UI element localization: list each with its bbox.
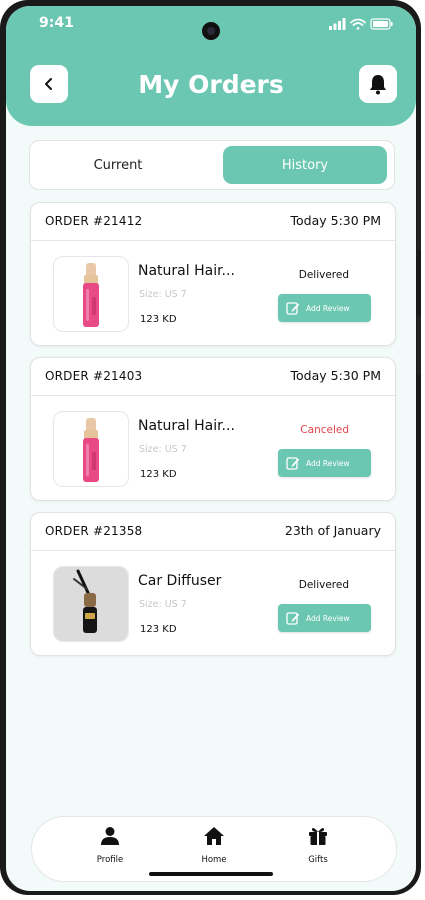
product-image — [53, 411, 129, 487]
order-id: ORDER #21403 — [45, 369, 143, 383]
nav-label: Profile — [96, 855, 124, 865]
add-review-label: Add Review — [306, 303, 350, 313]
screen: 9:41 My Orders Current History ORDER #21… — [6, 6, 416, 891]
bell-icon — [370, 75, 386, 95]
order-status: Delivered — [298, 269, 349, 281]
product-name: Car Diffuser — [138, 573, 222, 589]
nav-home[interactable]: Home — [184, 825, 244, 865]
nav-label: Home — [201, 855, 227, 865]
status-bar: 9:41 — [6, 6, 416, 42]
notifications-button[interactable] — [359, 65, 397, 103]
product-name: Natural Hair... — [138, 418, 235, 434]
order-status: Delivered — [298, 579, 349, 591]
camera-cutout — [202, 22, 220, 40]
order-time: Today 5:30 PM — [290, 368, 382, 383]
phone-frame: 9:41 My Orders Current History ORDER #21… — [0, 0, 421, 895]
signal-icon — [329, 18, 346, 30]
gift-icon — [309, 828, 327, 845]
product-price: 123 KD — [140, 624, 177, 635]
page-title: My Orders — [138, 70, 284, 99]
person-icon — [101, 827, 119, 845]
order-card-header: ORDER #21403 Today 5:30 PM — [31, 358, 395, 396]
add-review-button[interactable]: Add Review — [278, 294, 371, 322]
hair-spray-bottle-icon — [83, 263, 99, 327]
wifi-icon — [350, 18, 366, 30]
tab-history[interactable]: History — [223, 146, 387, 184]
product-image — [53, 256, 129, 332]
status-time: 9:41 — [39, 15, 74, 31]
order-card[interactable]: ORDER #21358 23th of January Car Diffuse… — [30, 512, 396, 656]
add-review-button[interactable]: Add Review — [278, 449, 371, 477]
product-size: Size: US 7 — [139, 599, 187, 610]
order-card[interactable]: ORDER #21412 Today 5:30 PM Natural Hair.… — [30, 202, 396, 346]
hair-spray-bottle-icon — [83, 418, 99, 482]
product-price: 123 KD — [140, 469, 177, 480]
add-review-label: Add Review — [306, 613, 350, 623]
side-button — [417, 315, 421, 375]
add-review-button[interactable]: Add Review — [278, 604, 371, 632]
order-id: ORDER #21412 — [45, 214, 143, 228]
order-time: 23th of January — [284, 523, 381, 538]
battery-icon — [370, 18, 393, 30]
edit-icon — [286, 611, 300, 625]
header: 9:41 My Orders — [6, 6, 416, 126]
product-price: 123 KD — [140, 314, 177, 325]
nav-label: Gifts — [308, 855, 328, 865]
product-size: Size: US 7 — [139, 289, 187, 300]
status-icons — [329, 16, 393, 35]
order-card-header: ORDER #21358 23th of January — [31, 513, 395, 551]
edit-icon — [286, 301, 300, 315]
order-id: ORDER #21358 — [45, 524, 143, 538]
order-status: Canceled — [300, 424, 349, 436]
product-image — [53, 566, 129, 642]
edit-icon — [286, 456, 300, 470]
nav-gifts[interactable]: Gifts — [288, 825, 348, 865]
side-button — [417, 160, 421, 250]
add-review-label: Add Review — [306, 458, 350, 468]
order-time: Today 5:30 PM — [290, 213, 382, 228]
product-size: Size: US 7 — [139, 444, 187, 455]
tab-current[interactable]: Current — [36, 146, 200, 184]
home-icon — [204, 827, 224, 845]
car-diffuser-icon — [54, 567, 128, 641]
nav-profile[interactable]: Profile — [80, 825, 140, 865]
order-card-header: ORDER #21412 Today 5:30 PM — [31, 203, 395, 241]
order-card[interactable]: ORDER #21403 Today 5:30 PM Natural Hair.… — [30, 357, 396, 501]
home-indicator — [149, 872, 273, 876]
order-tabs: Current History — [29, 140, 395, 190]
product-name: Natural Hair... — [138, 263, 235, 279]
